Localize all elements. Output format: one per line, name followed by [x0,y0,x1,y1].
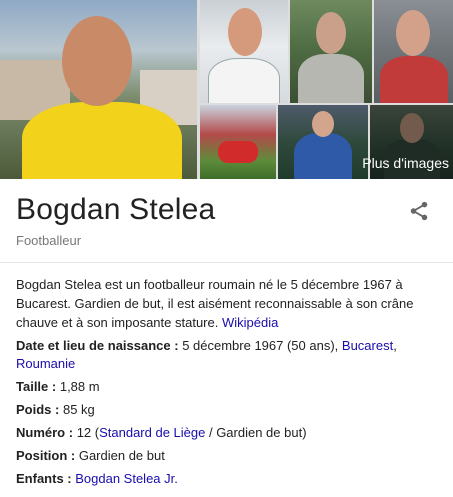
child-link[interactable]: Bogdan Stelea Jr. [75,471,178,486]
divider [0,262,453,263]
description-text: Bogdan Stelea est un footballeur roumain… [16,277,414,330]
entity-title: Bogdan Stelea [16,193,216,226]
fact-value: Gardien de but [78,448,165,463]
photo-thumbnail[interactable] [290,0,372,103]
fact-label: Numéro [16,425,66,440]
fact-label: Position [16,448,68,463]
fact-label: Taille [16,379,49,394]
fact-position: Position : Gardien de but [16,448,165,463]
entity-description: Bogdan Stelea est un footballeur roumain… [16,275,441,332]
fact-number: Numéro : 12 (Standard de Liège / Gardien… [16,425,307,440]
photo-thumbnail[interactable] [278,105,368,179]
birthplace-link[interactable]: Bucarest [342,338,393,353]
main-photo[interactable] [0,0,197,179]
facts-list: Date et lieu de naissance : 5 décembre 1… [16,337,441,493]
fact-birth: Date et lieu de naissance : 5 décembre 1… [16,338,397,371]
photo-thumbnail[interactable] [374,0,453,103]
fact-weight: Poids : 85 kg [16,402,95,417]
club-link[interactable]: Standard de Liège [99,425,205,440]
share-icon[interactable] [408,200,430,222]
photo-thumbnail[interactable] [200,0,288,103]
country-link[interactable]: Roumanie [16,356,75,371]
fact-children: Enfants : Bogdan Stelea Jr. [16,471,178,486]
fact-value: 1,88 m [59,379,100,394]
photo-thumbnail[interactable] [200,105,276,179]
entity-subtitle: Footballeur [16,233,82,248]
entity-header: Bogdan Stelea Footballeur [16,193,436,248]
fact-value: 12 ( [76,425,100,440]
fact-label: Enfants [16,471,64,486]
more-images-link[interactable]: Plus d'images [362,155,449,171]
fact-height: Taille : 1,88 m [16,379,100,394]
fact-label: Date et lieu de naissance [16,338,171,353]
fact-value: 85 kg [62,402,95,417]
fact-value: 5 décembre 1967 (50 ans), [182,338,342,353]
image-gallery: Plus d'images [0,0,453,179]
fact-label: Poids [16,402,52,417]
wikipedia-link[interactable]: Wikipédia [222,315,278,330]
